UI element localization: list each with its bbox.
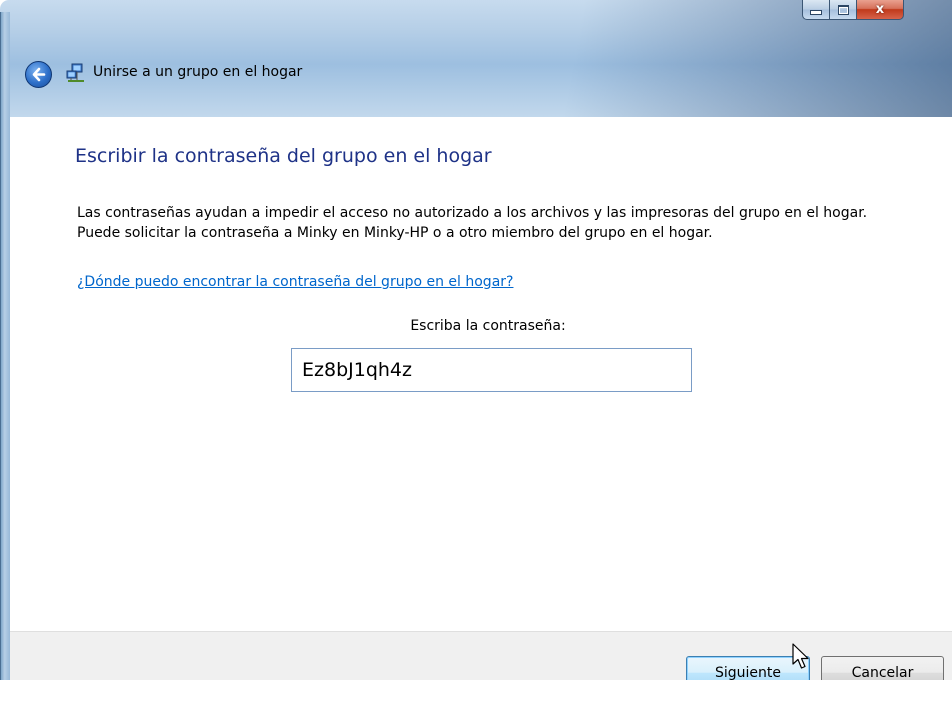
homegroup-network-icon <box>66 63 84 82</box>
maximize-icon <box>837 4 849 15</box>
close-icon: x <box>875 2 885 17</box>
caption-buttons: x <box>802 0 946 21</box>
password-label-text: Escriba la contraseña: <box>410 318 566 334</box>
back-button[interactable] <box>25 61 52 88</box>
password-label: Escriba la contraseña: <box>10 318 952 334</box>
close-button[interactable]: x <box>857 0 904 20</box>
homegroup-window: x Unirse a un grupo en el hogar Escribir… <box>0 0 952 705</box>
content-area: Escribir la contraseña del grupo en el h… <box>10 117 952 631</box>
help-link[interactable]: ¿Dónde puedo encontrar la contraseña del… <box>77 274 513 290</box>
mouse-pointer-icon <box>792 643 809 669</box>
window-title: Unirse a un grupo en el hogar <box>93 64 303 80</box>
password-input[interactable] <box>291 348 692 392</box>
minimize-button[interactable] <box>802 0 830 20</box>
back-arrow-icon <box>32 67 46 82</box>
bottom-strip <box>0 680 952 705</box>
page-heading: Escribir la contraseña del grupo en el h… <box>75 145 492 167</box>
description-text: Las contraseñas ayudan a impedir el acce… <box>77 205 868 241</box>
maximize-button[interactable] <box>830 0 857 20</box>
window-left-border <box>0 12 10 680</box>
minimize-icon <box>810 10 822 15</box>
